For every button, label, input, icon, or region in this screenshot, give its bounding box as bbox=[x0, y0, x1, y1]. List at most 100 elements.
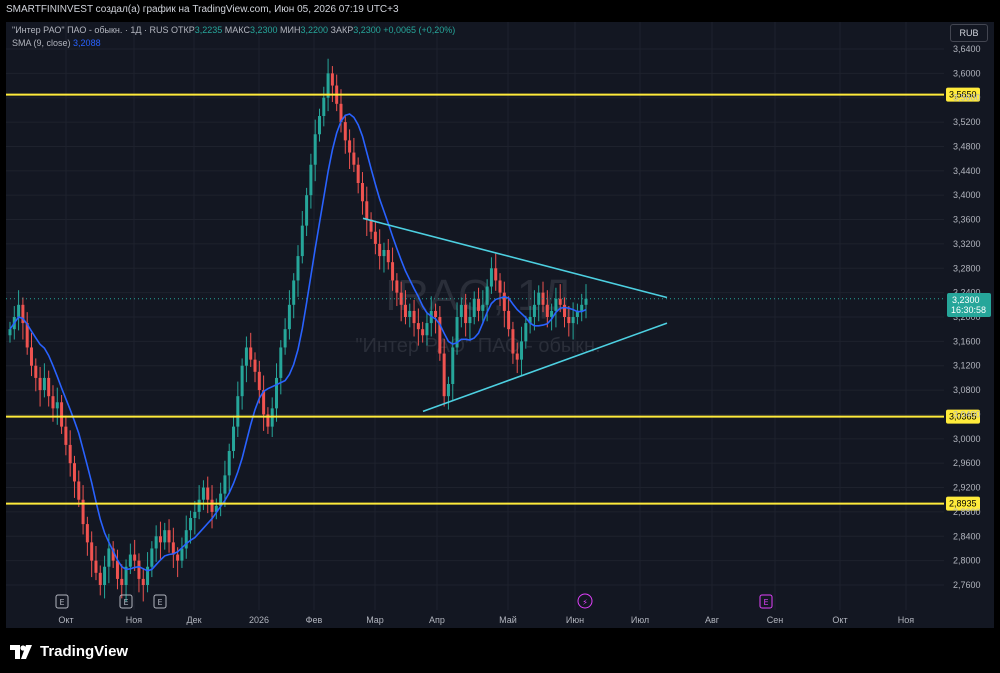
legend-low: 3,2200 bbox=[300, 25, 328, 35]
candle-body bbox=[317, 116, 321, 135]
candle-body bbox=[34, 365, 38, 378]
candle-body bbox=[47, 377, 51, 397]
candle-body bbox=[68, 444, 72, 464]
candle-body bbox=[8, 329, 12, 336]
candle-body bbox=[163, 530, 167, 543]
candle-body bbox=[477, 298, 481, 311]
candle-body bbox=[141, 578, 145, 585]
event-label: E bbox=[123, 598, 128, 607]
candle-body bbox=[382, 250, 386, 257]
candle-body bbox=[343, 122, 347, 141]
candle-body bbox=[279, 347, 283, 378]
price-tick-label: 3,1200 bbox=[953, 361, 981, 371]
candle-body bbox=[451, 347, 455, 384]
candle-body bbox=[223, 475, 227, 494]
price-tick-label: 2,8000 bbox=[953, 556, 981, 566]
candle-body bbox=[348, 140, 352, 153]
price-tick-label: 3,1600 bbox=[953, 336, 981, 346]
price-tick-label: 3,6400 bbox=[953, 44, 981, 54]
time-tick-label: Ноя bbox=[126, 615, 143, 625]
price-tick-label: 3,4400 bbox=[953, 166, 981, 176]
price-tick-label: 3,5200 bbox=[953, 117, 981, 127]
price-tick-label: 2,8400 bbox=[953, 531, 981, 541]
candle-body bbox=[103, 566, 107, 585]
candle-body bbox=[236, 396, 240, 427]
candle-body bbox=[94, 560, 98, 573]
candle-body bbox=[98, 572, 102, 585]
candle-body bbox=[300, 225, 304, 257]
candle-body bbox=[468, 317, 472, 324]
price-tick-label: 3,4000 bbox=[953, 190, 981, 200]
candle-body bbox=[378, 243, 382, 257]
price-badge-layer: 3,2300 16:30:58 bbox=[947, 293, 991, 317]
price-tick-label: 3,0000 bbox=[953, 434, 981, 444]
candle-body bbox=[541, 292, 545, 305]
candle-body bbox=[459, 304, 463, 317]
candle-body bbox=[464, 304, 468, 324]
candle-body bbox=[85, 524, 89, 543]
legend-symbol: "Интер РАО" ПАО - обыкн. · 1Д · RUS bbox=[12, 25, 169, 35]
time-axis: Окт Ноя Дек 2026 Фев Мар Апр Май Июн Июл Авг Сен Окт… bbox=[58, 615, 914, 625]
event-label: ⚡ bbox=[582, 598, 588, 607]
candles-layer bbox=[8, 58, 588, 602]
candle-body bbox=[107, 548, 111, 567]
candle-body bbox=[571, 317, 575, 324]
candle-body bbox=[520, 341, 524, 360]
time-tick-label: Окт bbox=[58, 615, 73, 625]
legend-line1: "Интер РАО" ПАО - обыкн. · 1Д · RUS ОТКР… bbox=[12, 25, 455, 35]
candle-body bbox=[386, 250, 390, 263]
legend-high-label: МАКС bbox=[224, 25, 250, 35]
candle-body bbox=[253, 359, 257, 372]
time-tick-label: Апр bbox=[429, 615, 445, 625]
tradingview-logo-icon bbox=[10, 645, 33, 659]
candle-body bbox=[305, 195, 309, 226]
candle-body bbox=[189, 518, 193, 531]
candle-body bbox=[502, 292, 506, 311]
time-tick-label: Авг bbox=[705, 615, 720, 625]
candle-body bbox=[150, 548, 154, 567]
currency-button[interactable]: RUB bbox=[950, 24, 988, 42]
candle-body bbox=[434, 310, 438, 317]
price-tick-label: 3,0400 bbox=[953, 409, 981, 419]
candle-body bbox=[193, 511, 197, 518]
candle-body bbox=[180, 548, 184, 561]
candle-body bbox=[330, 73, 334, 86]
legend-change: +0,0065 (+0,20%) bbox=[383, 25, 456, 35]
candle-body bbox=[60, 402, 64, 427]
footer: TradingView bbox=[0, 630, 1000, 673]
candle-body bbox=[133, 554, 137, 561]
time-tick-label: Фев bbox=[306, 615, 323, 625]
candle-body bbox=[412, 310, 416, 324]
candle-body bbox=[77, 481, 81, 500]
candle-body bbox=[545, 304, 549, 317]
candle-body bbox=[421, 329, 425, 336]
candle-body bbox=[257, 371, 261, 391]
candle-body bbox=[563, 304, 567, 317]
candle-body bbox=[524, 323, 528, 342]
price-tick-label: 3,4800 bbox=[953, 141, 981, 151]
legend-open: 3,2235 bbox=[194, 25, 223, 35]
legend-open-label: ОТКР bbox=[171, 25, 195, 35]
candle-body bbox=[481, 304, 485, 311]
candle-body bbox=[287, 304, 291, 330]
candle-body bbox=[356, 164, 360, 183]
event-layer: E E E ⚡ E bbox=[55, 593, 773, 609]
candle-body bbox=[206, 487, 210, 500]
candle-body bbox=[296, 256, 300, 281]
candle-body bbox=[275, 377, 279, 409]
sma-value: 3,2088 bbox=[73, 38, 101, 48]
time-tick-label: Окт bbox=[832, 615, 847, 625]
time-tick-label: Дек bbox=[186, 615, 201, 625]
candle-body bbox=[232, 426, 236, 451]
candle-body bbox=[373, 231, 377, 244]
candle-body bbox=[446, 384, 450, 397]
candle-body bbox=[17, 304, 21, 317]
candle-body bbox=[391, 262, 395, 281]
price-tick-label: 2,9600 bbox=[953, 458, 981, 468]
chart-svg[interactable]: IRAO, 1Д "Интер РАО" ПАО - обыкн. 3,5650… bbox=[0, 0, 1000, 673]
candle-body bbox=[158, 536, 162, 543]
candle-body bbox=[51, 396, 55, 409]
candle-body bbox=[532, 304, 536, 317]
candle-body bbox=[120, 578, 124, 585]
candle-body bbox=[249, 347, 253, 360]
